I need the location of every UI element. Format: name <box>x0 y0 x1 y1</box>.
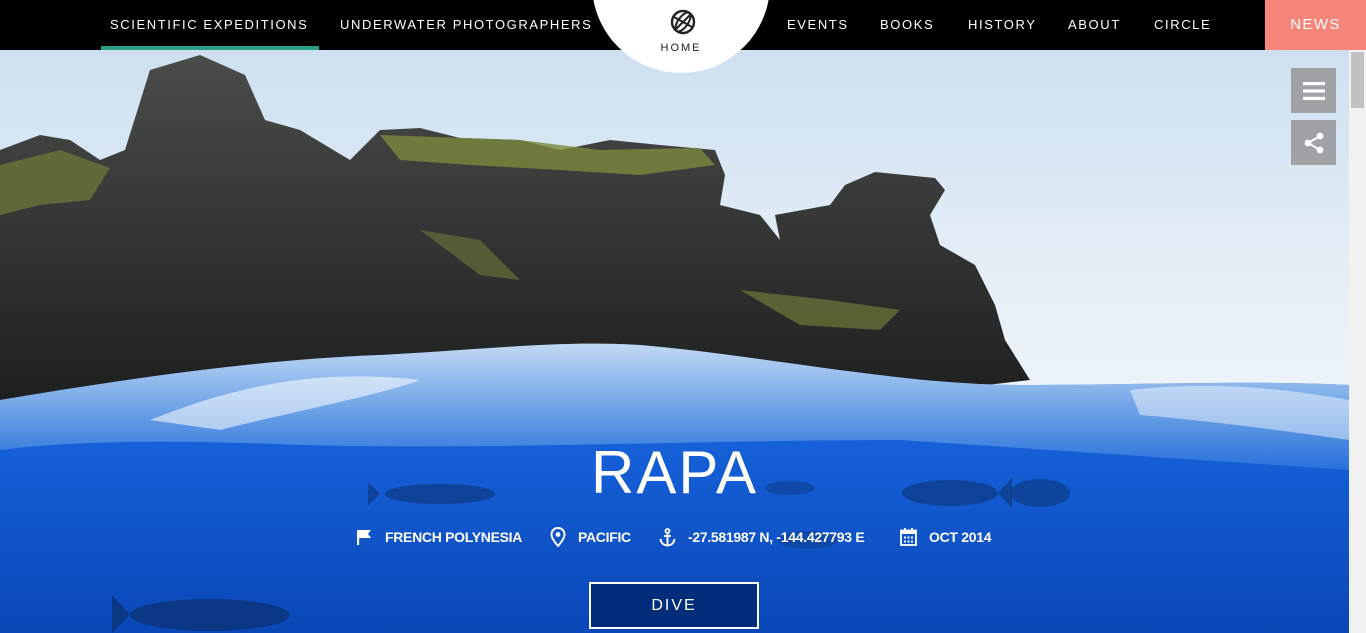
meta-country: FRENCH POLYNESIA <box>356 526 522 548</box>
nav-item-circle[interactable]: CIRCLE <box>1154 0 1211 50</box>
share-icon <box>1304 132 1323 153</box>
home-label: HOME <box>660 42 702 54</box>
nav-item-about[interactable]: ABOUT <box>1068 0 1121 50</box>
meta-coordinates: -27.581987 N, -144.427793 E <box>659 526 865 548</box>
share-button[interactable] <box>1291 120 1336 165</box>
meta-country-text: FRENCH POLYNESIA <box>385 529 523 545</box>
menu-button[interactable] <box>1291 68 1336 113</box>
globe-icon <box>670 9 696 35</box>
scrollbar-thumb[interactable] <box>1351 52 1364 108</box>
nav-item-events[interactable]: EVENTS <box>787 0 849 50</box>
nav-item-history[interactable]: HISTORY <box>968 0 1037 50</box>
meta-coordinates-text: -27.581987 N, -144.427793 E <box>688 529 865 545</box>
anchor-icon <box>659 527 676 547</box>
meta-ocean: PACIFIC <box>550 526 631 548</box>
flag-icon <box>357 529 371 545</box>
meta-ocean-text: PACIFIC <box>578 529 631 545</box>
meta-date: OCT 2014 <box>900 526 991 548</box>
nav-item-scientific-expeditions[interactable]: SCIENTIFIC EXPEDITIONS <box>100 0 320 50</box>
expedition-title: RAPA <box>591 439 758 506</box>
calendar-icon <box>900 528 917 546</box>
nav-item-books[interactable]: BOOKS <box>880 0 934 50</box>
location-pin-icon <box>550 527 566 547</box>
nav-item-underwater-photographers[interactable]: UNDERWATER PHOTOGRAPHERS <box>340 0 592 50</box>
page-scrollbar[interactable] <box>1349 50 1366 633</box>
dive-button[interactable]: DIVE <box>589 582 759 629</box>
news-button[interactable]: NEWS <box>1265 0 1366 50</box>
meta-date-text: OCT 2014 <box>929 529 992 545</box>
hamburger-menu-icon <box>1302 81 1325 100</box>
